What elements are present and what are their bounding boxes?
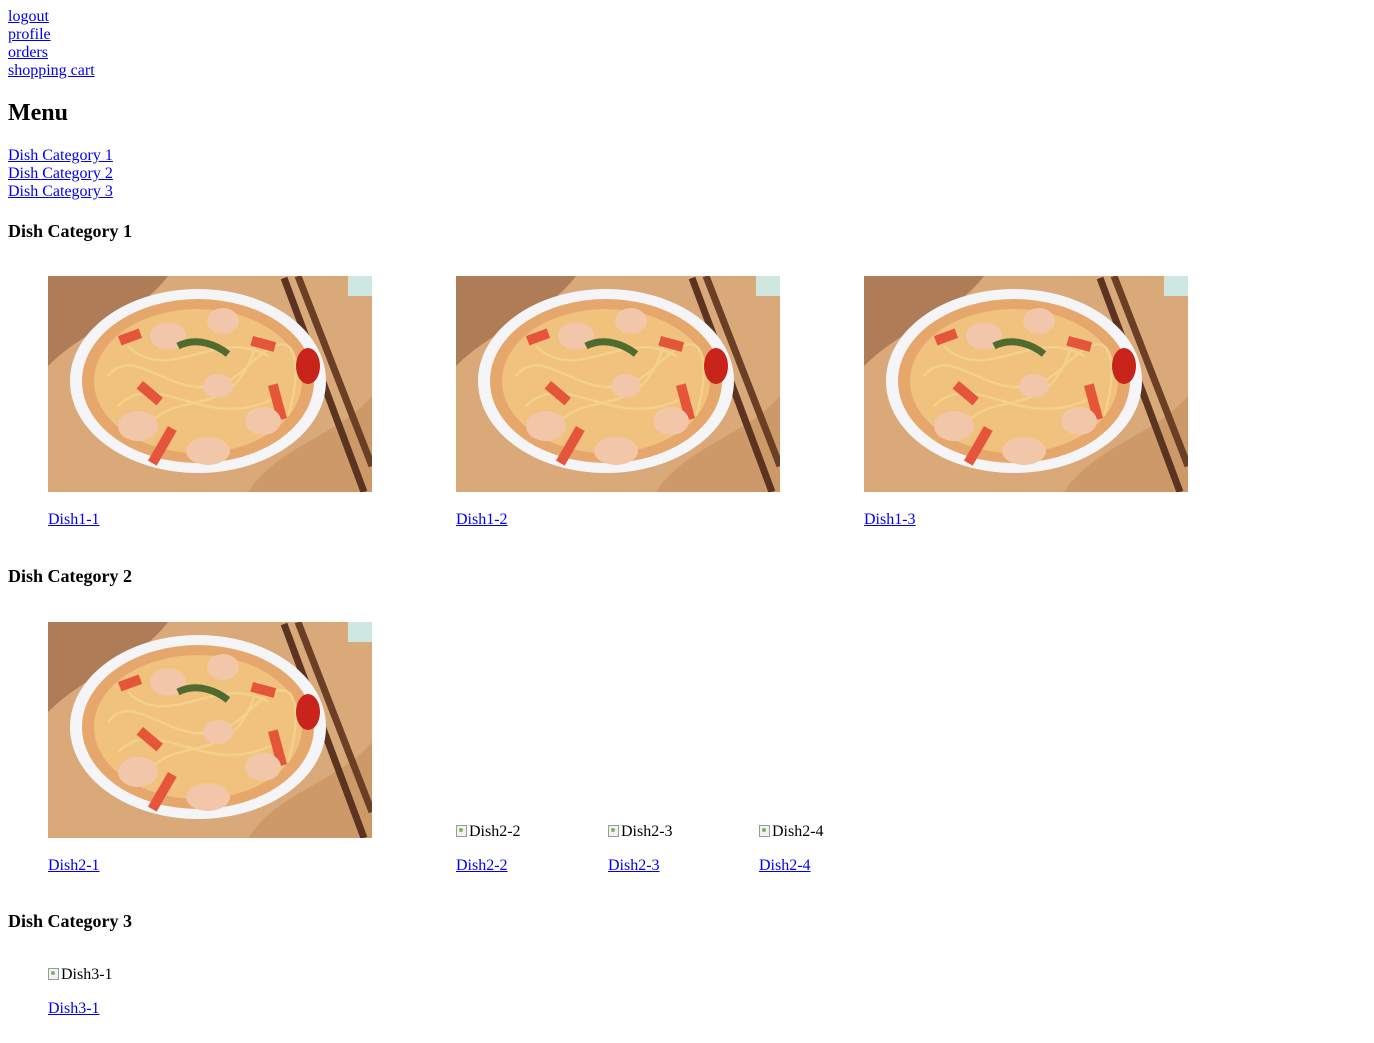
orders-link[interactable]: orders [8,44,95,62]
dish-image-1-3[interactable] [864,276,1188,492]
image-alt-text: Dish2-3 [621,823,673,840]
dish-link-1-3[interactable]: Dish1-3 [864,511,916,529]
broken-image-icon [48,968,59,980]
dish-link-3-1[interactable]: Dish3-1 [48,1000,100,1018]
dish-photo [48,622,372,838]
broken-image-icon [759,825,770,837]
category-title-1: Dish Category 1 [8,221,132,241]
dish-image-2-3[interactable]: Dish2-3 [608,823,673,841]
image-alt-text: Dish2-2 [469,823,521,840]
dish-photo [456,276,780,492]
broken-image-icon [608,825,619,837]
dish-link-1-2[interactable]: Dish1-2 [456,511,508,529]
menu-title: Menu [8,100,68,126]
category-title-2: Dish Category 2 [8,566,132,586]
dish-link-2-3[interactable]: Dish2-3 [608,857,660,875]
image-alt-text: Dish2-4 [772,823,824,840]
category-link-2[interactable]: Dish Category 2 [8,165,113,183]
dish-link-1-1[interactable]: Dish1-1 [48,511,100,529]
broken-image-icon [456,825,467,837]
category-link-1[interactable]: Dish Category 1 [8,147,113,165]
top-nav: logout profile orders shopping cart [8,8,95,80]
shopping-cart-link[interactable]: shopping cart [8,62,95,80]
dish-link-2-1[interactable]: Dish2-1 [48,857,100,875]
dish-photo [864,276,1188,492]
dish-image-2-2[interactable]: Dish2-2 [456,823,521,841]
category-links: Dish Category 1 Dish Category 2 Dish Cat… [8,147,113,201]
dish-image-1-1[interactable] [48,276,372,492]
category-title-3: Dish Category 3 [8,911,132,931]
dish-link-2-2[interactable]: Dish2-2 [456,857,508,875]
dish-image-2-1[interactable] [48,622,372,838]
dish-image-1-2[interactable] [456,276,780,492]
dish-image-3-1[interactable]: Dish3-1 [48,966,113,984]
image-alt-text: Dish3-1 [61,966,113,983]
dish-photo [48,276,372,492]
dish-image-2-4[interactable]: Dish2-4 [759,823,824,841]
category-link-3[interactable]: Dish Category 3 [8,183,113,201]
logout-link[interactable]: logout [8,8,95,26]
profile-link[interactable]: profile [8,26,95,44]
dish-link-2-4[interactable]: Dish2-4 [759,857,811,875]
